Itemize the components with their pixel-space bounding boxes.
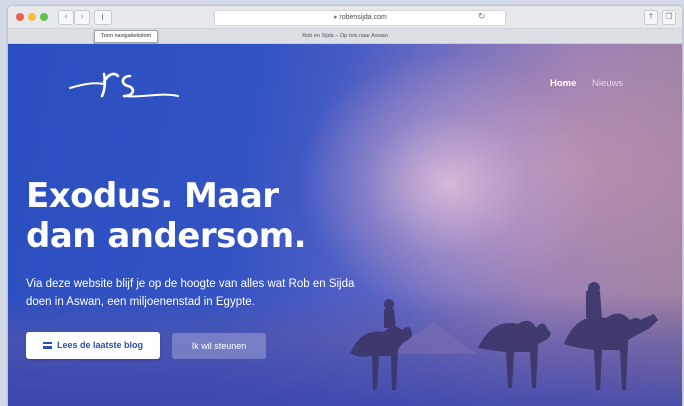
forward-button[interactable]: › — [74, 10, 90, 25]
hero-title-line1: Exodus. Maar — [26, 176, 279, 216]
sidebar-toggle-button[interactable] — [94, 10, 112, 25]
reload-icon[interactable]: ↻ — [478, 10, 486, 24]
maximize-window-button[interactable] — [40, 13, 48, 21]
read-latest-blog-button[interactable]: Lees de laatste blog — [26, 332, 160, 359]
camel-caravan-image — [350, 282, 658, 390]
sidebar-tooltip: Toon navigatiekolom — [94, 30, 159, 43]
hero-section: Home Nieuws Exodus. Maar dan andersom. V… — [8, 44, 682, 406]
browser-window: ‹ › ● robensijda.com ↻ ↑ ❐ Rob en Sijda –… — [8, 6, 682, 406]
site-logo[interactable] — [64, 62, 184, 106]
tabs-icon[interactable]: ❐ — [662, 10, 676, 25]
nav-home-link[interactable]: Home — [550, 78, 576, 89]
hero-title-line2: dan andersom. — [26, 216, 307, 256]
read-latest-blog-label: Lees de laatste blog — [56, 340, 144, 350]
menu-lines-icon — [42, 342, 52, 350]
minimize-window-button[interactable] — [28, 13, 36, 21]
hero-title: Exodus. Maar dan andersom. — [26, 176, 406, 256]
back-button[interactable]: ‹ — [58, 10, 74, 25]
lock-icon: ● — [333, 14, 338, 21]
nav-news-link[interactable]: Nieuws — [592, 78, 623, 89]
support-button[interactable]: Ik wil steunen — [172, 333, 266, 359]
address-bar[interactable]: ● robensijda.com — [214, 10, 506, 26]
close-window-button[interactable] — [16, 13, 24, 21]
support-button-label: Ik wil steunen — [191, 341, 247, 351]
hero-subtitle: Via deze website blijf je op de hoogte v… — [26, 278, 355, 308]
browser-toolbar: ‹ › ● robensijda.com ↻ ↑ ❐ — [8, 6, 682, 29]
address-text: robensijda.com — [339, 14, 387, 21]
share-icon[interactable]: ↑ — [644, 10, 658, 25]
